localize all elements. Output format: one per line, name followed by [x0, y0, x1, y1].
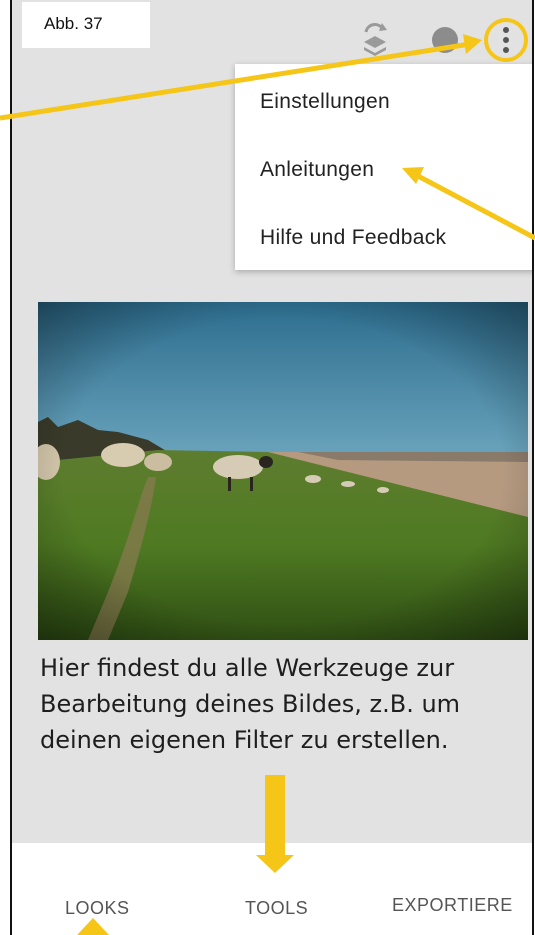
description-line-3: deinen eigenen Filter zu erstellen.	[40, 726, 449, 754]
tab-looks[interactable]: LOOKS	[65, 898, 130, 919]
tab-tools[interactable]: TOOLS	[245, 898, 308, 919]
menu-item-hilfe-feedback[interactable]: Hilfe und Feedback	[260, 226, 446, 250]
sheep-photo	[38, 302, 528, 640]
app-screen: Einstellungen Anleitungen Hilfe und Feed…	[10, 0, 534, 935]
more-vert-icon[interactable]	[481, 15, 531, 65]
bottom-tab-bar: LOOKS TOOLS EXPORTIERE	[12, 843, 532, 935]
layers-undo-icon[interactable]	[360, 22, 390, 56]
overflow-menu: Einstellungen Anleitungen Hilfe und Feed…	[235, 64, 532, 270]
tab-exportieren[interactable]: EXPORTIERE	[392, 895, 513, 916]
menu-item-anleitungen[interactable]: Anleitungen	[260, 158, 374, 182]
description-line-1: Hier findest du alle Werkzeuge zur	[40, 654, 455, 682]
figure-label: Abb. 37	[22, 2, 150, 48]
tools-description: Hier findest du alle Werkzeuge zur Bearb…	[40, 650, 520, 758]
description-line-2: Bearbeitung deines Bildes, z.B. um	[40, 690, 461, 718]
info-icon[interactable]	[430, 25, 460, 55]
menu-item-einstellungen[interactable]: Einstellungen	[260, 90, 390, 114]
